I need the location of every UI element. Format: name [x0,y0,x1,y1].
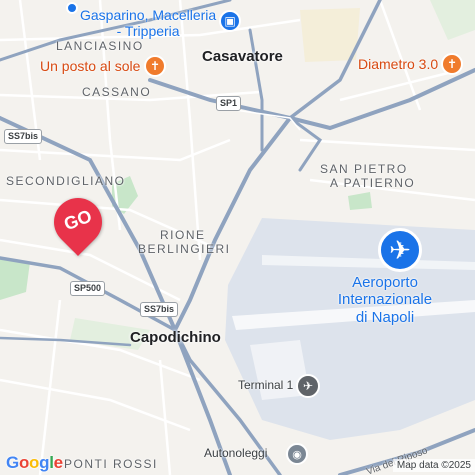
poi-gasparino-line1: Gasparino, Macelleria [80,7,217,23]
poi-un-posto-al-sole[interactable]: Un posto al sole [40,58,140,74]
google-logo: Google [6,453,63,472]
shopping-bag-icon[interactable]: ▣ [219,10,241,32]
poi-airport-label[interactable]: Aeroporto Internazionale di Napoli [325,274,445,326]
town-label-capodichino[interactable]: Capodichino [130,329,221,346]
airplane-icon[interactable]: ✈ [378,228,422,272]
fork-knife-icon[interactable]: ✝ [144,55,166,77]
car-rental-icon[interactable]: ◉ [286,443,308,465]
map-data-attribution[interactable]: Map data ©2025 [392,459,475,472]
area-label-secondigliano: SECONDIGLIANO [6,174,126,188]
road-shield-ss7bis: SS7bis [4,129,43,144]
area-label-cassano: CASSANO [82,85,152,99]
fork-knife-icon[interactable]: ✝ [441,53,463,75]
airport-grounds [225,218,475,440]
poi-diametro[interactable]: Diametro 3.0 [358,56,438,72]
airport-line3: di Napoli [355,308,415,326]
poi-gasparino-line2: - Tripperia [116,23,180,40]
map-canvas[interactable]: LANCIASINO CASSANO SECONDIGLIANO RIONE B… [0,0,475,475]
poi-gasparino[interactable]: Gasparino, Macelleria - Tripperia [80,7,216,39]
plane-terminal-icon[interactable]: ✈ [296,374,320,398]
area-label-a-patierno: A PATIERNO [330,176,416,190]
map-dot-icon [66,2,78,14]
area-label-san-pietro: SAN PIETRO [320,162,408,176]
road-shield-sp1: SP1 [216,96,242,111]
airport-line1: Aeroporto [352,274,418,291]
area-label-rione: RIONE [160,228,206,242]
poi-autonoleggi[interactable]: Autonoleggi [204,446,267,461]
area-label-lanciasino: LANCIASINO [56,39,144,53]
park-area [300,8,360,62]
road-shield-ss7bis-2: SS7bis [140,302,179,317]
poi-terminal-1[interactable]: Terminal 1 [238,378,293,393]
town-label-casavatore[interactable]: Casavatore [202,48,283,65]
area-label-berlingieri: BERLINGIERI [138,242,231,256]
road-shield-sp500: SP500 [70,281,106,296]
area-label-ponti-rossi: PONTI ROSSI [64,457,158,471]
airport-line2: Internazionale [337,291,433,309]
